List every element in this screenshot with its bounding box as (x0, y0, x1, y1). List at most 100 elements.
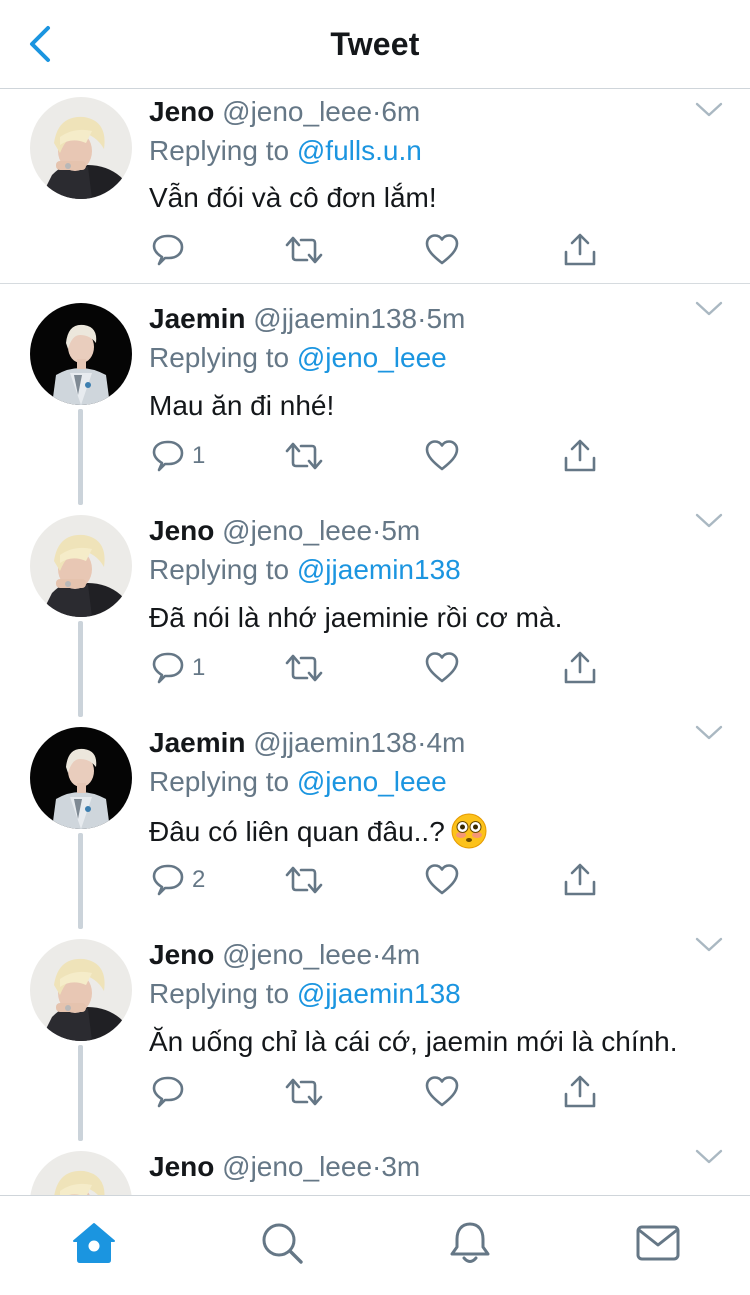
thread-connector (78, 833, 83, 929)
retweet-button[interactable] (285, 1070, 323, 1114)
avatar[interactable] (30, 97, 132, 199)
reply-count: 1 (192, 654, 206, 681)
replying-to: Replying to @fulls.u.n (149, 134, 422, 168)
replying-to-handle[interactable]: @jjaemin138 (297, 554, 461, 585)
author-handle[interactable]: @jeno_leee (222, 1151, 372, 1182)
avatar[interactable] (30, 303, 132, 405)
replying-to: Replying to @jjaemin138 (149, 977, 461, 1011)
thread-connector (78, 621, 83, 717)
share-icon (564, 863, 596, 896)
like-button[interactable] (425, 228, 459, 272)
author-handle[interactable]: @jeno_leee (222, 515, 372, 546)
tab-messages[interactable] (635, 1220, 681, 1266)
share-icon (564, 651, 596, 684)
tweet-header: Jaemin @jjaemin138·4m (149, 726, 465, 760)
replying-to-label: Replying to (149, 766, 290, 797)
tweet-menu-button[interactable] (694, 95, 724, 123)
share-button[interactable] (563, 1070, 597, 1114)
like-button[interactable] (425, 434, 459, 478)
reply-button[interactable] (150, 1070, 192, 1114)
share-button[interactable] (563, 434, 597, 478)
retweet-button[interactable] (285, 228, 323, 272)
timestamp[interactable]: 6m (381, 96, 420, 127)
author-name[interactable]: Jaemin (149, 727, 246, 758)
retweet-icon (285, 1078, 323, 1106)
conversation-timeline[interactable]: Jeno @jeno_leee·6m Replying to @fulls.u.… (0, 89, 750, 1195)
retweet-icon (285, 442, 323, 470)
tweet[interactable]: Jeno @jeno_leee·4m Replying to @jjaemin1… (0, 920, 750, 1141)
retweet-button[interactable] (285, 858, 323, 902)
like-button[interactable] (425, 646, 459, 690)
tweet-header: Jeno @jeno_leee·4m (149, 938, 420, 972)
tweet-menu-button[interactable] (694, 294, 724, 322)
replying-to-label: Replying to (149, 135, 290, 166)
author-name[interactable]: Jaemin (149, 303, 246, 334)
chevron-down-icon (695, 513, 723, 528)
timestamp[interactable]: 4m (381, 939, 420, 970)
replying-to-label: Replying to (149, 978, 290, 1009)
author-name[interactable]: Jeno (149, 939, 214, 970)
avatar[interactable] (30, 939, 132, 1041)
tweet[interactable]: Jaemin @jjaemin138·4m Replying to @jeno_… (0, 708, 750, 929)
reply-button[interactable]: 2 (150, 858, 205, 902)
tweet[interactable]: Jeno @jeno_leee·6m Replying to @fulls.u.… (0, 89, 750, 284)
bell-icon (450, 1222, 490, 1263)
search-icon (262, 1223, 303, 1264)
reply-count: 2 (192, 866, 206, 893)
tab-home[interactable] (71, 1220, 117, 1266)
tweet-header: Jeno @jeno_leee·6m (149, 95, 420, 129)
share-button[interactable] (563, 858, 597, 902)
avatar[interactable] (30, 515, 132, 617)
tweet-actions (150, 228, 610, 272)
timestamp[interactable]: 3m (381, 1151, 420, 1182)
avatar[interactable] (30, 1151, 132, 1195)
author-name[interactable]: Jeno (149, 1151, 214, 1182)
tweet-menu-button[interactable] (694, 1142, 724, 1170)
author-handle[interactable]: @jeno_leee (222, 96, 372, 127)
tweet-text-content: Đâu có liên quan đâu..? (149, 816, 445, 847)
author-handle[interactable]: @jjaemin138 (253, 727, 417, 758)
author-handle[interactable]: @jeno_leee (222, 939, 372, 970)
timestamp[interactable]: 4m (426, 727, 465, 758)
retweet-icon (285, 654, 323, 682)
replying-to-handle[interactable]: @jjaemin138 (297, 978, 461, 1009)
separator-dot: · (372, 96, 382, 127)
tweet[interactable]: Jaemin @jjaemin138·5m Replying to @jeno_… (0, 284, 750, 505)
tweet[interactable]: Jeno @jeno_leee·5m Replying to @jjaemin1… (0, 496, 750, 717)
author-name[interactable]: Jeno (149, 515, 214, 546)
reply-button[interactable]: 1 (150, 434, 205, 478)
tweet-header: Jeno @jeno_leee·5m (149, 514, 420, 548)
replying-to-handle[interactable]: @fulls.u.n (297, 135, 422, 166)
replying-to-handle[interactable]: @jeno_leee (297, 766, 447, 797)
reply-button[interactable]: 1 (150, 646, 205, 690)
author-name[interactable]: Jeno (149, 96, 214, 127)
like-button[interactable] (425, 1070, 459, 1114)
chevron-down-icon (695, 725, 723, 740)
tweet[interactable]: Jeno @jeno_leee·3m (0, 1132, 750, 1195)
tweet-text: Vẫn đói và cô đơn lắm! (149, 182, 437, 213)
mail-icon (636, 1225, 680, 1261)
avatar[interactable] (30, 727, 132, 829)
timestamp[interactable]: 5m (381, 515, 420, 546)
reply-button[interactable] (150, 228, 192, 272)
tweet-menu-button[interactable] (694, 930, 724, 958)
replying-to: Replying to @jjaemin138 (149, 553, 461, 587)
tweet-text: Mau ăn đi nhé! (149, 390, 335, 421)
replying-to-handle[interactable]: @jeno_leee (297, 342, 447, 373)
tab-notifications[interactable] (447, 1220, 493, 1266)
timestamp[interactable]: 5m (426, 303, 465, 334)
tab-search[interactable] (259, 1220, 305, 1266)
share-button[interactable] (563, 228, 597, 272)
retweet-button[interactable] (285, 646, 323, 690)
like-button[interactable] (425, 858, 459, 902)
page-title: Tweet (330, 26, 420, 62)
tweet-menu-button[interactable] (694, 506, 724, 534)
author-handle[interactable]: @jjaemin138 (253, 303, 417, 334)
retweet-button[interactable] (285, 434, 323, 478)
replying-to-label: Replying to (149, 554, 290, 585)
reply-icon (152, 864, 184, 896)
retweet-icon (285, 866, 323, 894)
tweet-actions (150, 1070, 610, 1114)
share-button[interactable] (563, 646, 597, 690)
tweet-menu-button[interactable] (694, 718, 724, 746)
